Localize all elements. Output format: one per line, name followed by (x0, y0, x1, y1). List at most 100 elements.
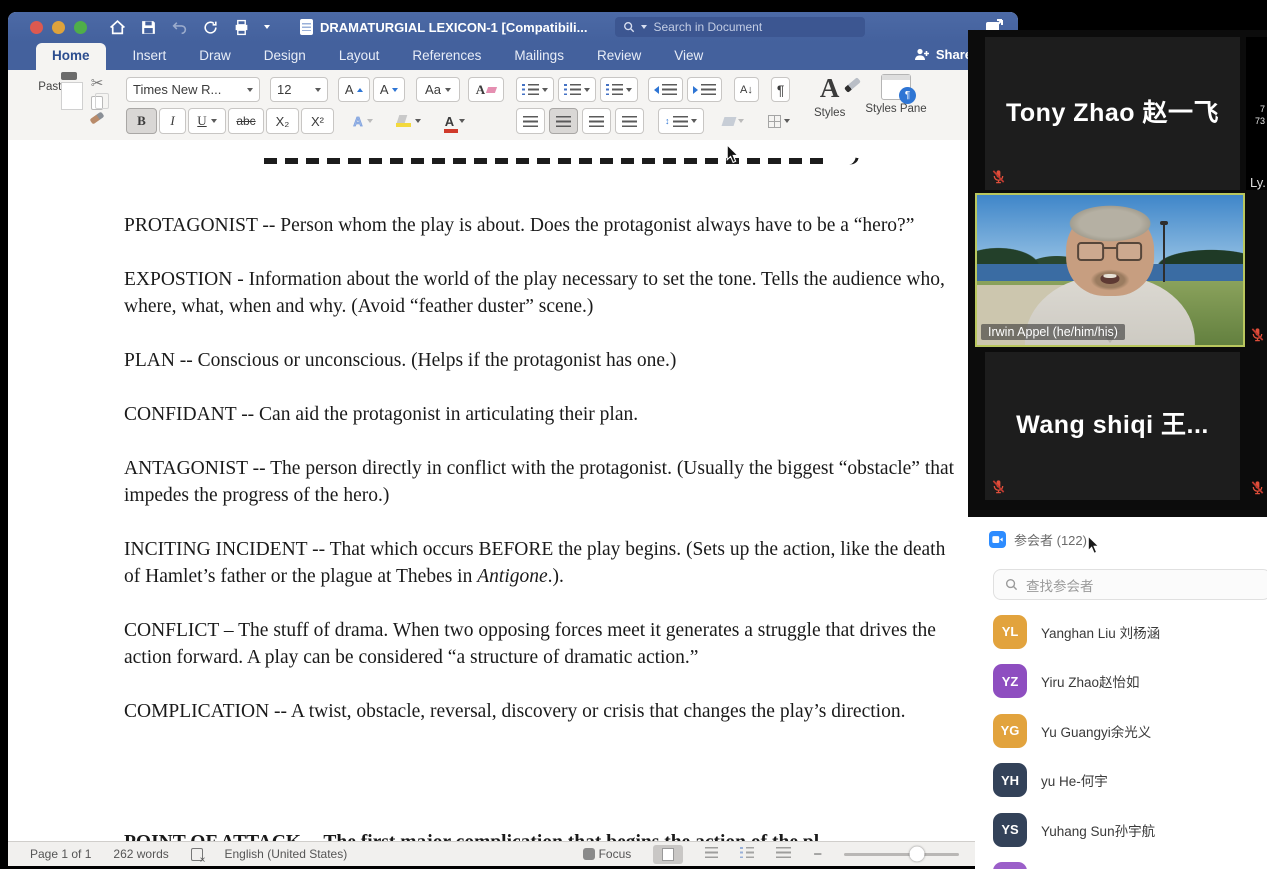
web-layout-view-button[interactable] (705, 847, 719, 861)
align-right-button[interactable] (582, 108, 611, 134)
tab-insert[interactable]: Insert (127, 43, 173, 70)
print-layout-view-button[interactable] (653, 844, 684, 864)
participant-name: Yanghan Liu 刘杨涵 (1041, 625, 1161, 641)
word-count[interactable]: 262 words (113, 847, 168, 861)
borders-grid-icon (767, 114, 781, 128)
participant-row[interactable]: YL Yanghan Liu 刘杨涵 (993, 607, 1267, 657)
home-icon[interactable] (109, 19, 126, 36)
show-paragraph-marks-button[interactable]: ¶ (770, 77, 791, 102)
participant-row[interactable]: YG Yu Guangyi余光义 (993, 706, 1267, 756)
avatar: YL (993, 614, 1027, 649)
align-left-button[interactable] (516, 108, 545, 134)
tab-draw[interactable]: Draw (193, 43, 237, 70)
zoom-slider[interactable] (844, 846, 960, 862)
undo-icon[interactable] (171, 19, 188, 36)
cut-icon[interactable]: ✂ (91, 76, 104, 91)
grow-font-arrow-icon (357, 87, 364, 92)
styles-pane-button[interactable]: Styles Pane (865, 74, 927, 119)
focus-toggle[interactable]: Focus (583, 847, 631, 861)
align-center-button[interactable] (549, 108, 578, 134)
sort-button[interactable]: A↓ (734, 77, 759, 102)
tab-layout[interactable]: Layout (333, 43, 386, 70)
document-canvas[interactable]: PROTAGONIST -- Person whom the play is a… (8, 140, 1018, 841)
draft-view-button[interactable] (776, 847, 792, 861)
font-color-button[interactable]: A (434, 108, 476, 134)
language-indicator[interactable]: English (United States) (225, 847, 348, 861)
copy-icon[interactable] (91, 93, 109, 110)
shrink-font-button[interactable]: A (373, 77, 405, 102)
highlight-button[interactable] (388, 108, 428, 134)
minimize-window-button[interactable] (52, 20, 65, 34)
align-center-icon (556, 115, 571, 127)
strikethrough-button[interactable]: abc (228, 108, 264, 134)
paragraph-confidant: CONFIDANT -- Can aid the protagonist in … (124, 404, 639, 425)
tab-design[interactable]: Design (258, 43, 312, 70)
eraser-icon (486, 86, 498, 93)
borders-caret-icon (783, 119, 790, 123)
participants-list: YL Yanghan Liu 刘杨涵 YZ Yiru Zhao赵怡如 YG Yu… (993, 607, 1267, 869)
increase-indent-button[interactable] (687, 77, 722, 102)
traffic-lights (30, 20, 87, 34)
underline-button[interactable]: U (188, 108, 226, 134)
superscript-button[interactable]: X² (301, 108, 334, 134)
lamppost (1160, 221, 1169, 282)
tab-view[interactable]: View (668, 43, 709, 70)
page-indicator[interactable]: Page 1 of 1 (30, 847, 91, 861)
tab-references[interactable]: References (406, 43, 487, 70)
toolbar-options-caret-icon[interactable] (264, 25, 270, 29)
video-tile-cutoff-top[interactable]: 7 73 (1246, 37, 1267, 190)
shading-button[interactable] (716, 108, 751, 134)
zoom-slider-knob[interactable] (909, 846, 925, 862)
draft-view-icon (776, 847, 792, 858)
line-spacing-icon (672, 115, 688, 127)
tab-home[interactable]: Home (36, 43, 106, 70)
clear-formatting-button[interactable]: A (468, 77, 504, 102)
subscript-button[interactable]: X₂ (266, 108, 299, 134)
video-tile-wang-shiqi[interactable]: Wang shiqi 王... (985, 352, 1240, 500)
styles-button[interactable]: A Styles (814, 73, 862, 119)
mouse-cursor-document (726, 144, 739, 164)
bold-button[interactable]: B (126, 108, 157, 134)
text-effects-button[interactable]: A (344, 108, 382, 134)
focus-label: Focus (598, 847, 632, 861)
video-tile-tony-zhao[interactable]: Tony Zhao 赵一飞 (985, 37, 1240, 190)
participant-row-partial[interactable] (993, 855, 1267, 869)
italic-button[interactable]: I (159, 108, 186, 134)
tab-review[interactable]: Review (591, 43, 647, 70)
share-button[interactable]: Share (914, 47, 972, 62)
font-size-select[interactable]: 12 (270, 77, 328, 102)
redo-icon[interactable] (202, 19, 219, 36)
clipped-bottom-line: POINT OF ATTACK -- The first major compl… (124, 832, 984, 841)
borders-button[interactable] (761, 108, 797, 134)
change-case-button[interactable]: Aa (416, 77, 460, 102)
decrease-indent-button[interactable] (648, 77, 683, 102)
grow-font-button[interactable]: A (338, 77, 370, 102)
numbered-list-button[interactable] (558, 77, 596, 102)
participant-search-input[interactable]: 查找参会者 (993, 569, 1267, 600)
outline-view-icon (740, 847, 755, 858)
proofing-status-icon[interactable] (190, 847, 205, 866)
participant-row[interactable]: YS Yuhang Sun孙宇航 (993, 805, 1267, 855)
format-painter-icon[interactable] (89, 111, 105, 125)
tab-mailings[interactable]: Mailings (508, 43, 570, 70)
multilevel-list-caret-icon (626, 87, 632, 92)
outline-view-button[interactable] (740, 847, 755, 861)
window-titlebar: DRAMATURGIAL LEXICON-1 [Compatibili... S… (8, 12, 1018, 42)
styles-A-glyph: A (819, 73, 840, 103)
zoom-window-button[interactable] (74, 20, 87, 34)
justify-button[interactable] (615, 108, 644, 134)
participant-name-irwin: Irwin Appel (he/him/his) (981, 324, 1125, 340)
close-window-button[interactable] (30, 20, 43, 34)
participant-row[interactable]: YZ Yiru Zhao赵怡如 (993, 657, 1267, 707)
save-icon[interactable] (140, 19, 157, 36)
bullet-list-button[interactable] (516, 77, 554, 102)
zoom-out-button[interactable]: − (813, 846, 822, 863)
participant-row[interactable]: YH yu He-何宇 (993, 756, 1267, 806)
line-spacing-button[interactable]: ↕ (658, 108, 704, 134)
font-name-select[interactable]: Times New R... (126, 77, 260, 102)
print-icon[interactable] (233, 19, 250, 36)
paragraph-antagonist: ANTAGONIST -- The person directly in con… (124, 458, 955, 506)
multilevel-list-button[interactable] (600, 77, 638, 102)
search-in-document-field[interactable]: Search in Document (615, 17, 866, 37)
video-tile-irwin-appel[interactable]: Irwin Appel (he/him/his) (975, 193, 1245, 347)
